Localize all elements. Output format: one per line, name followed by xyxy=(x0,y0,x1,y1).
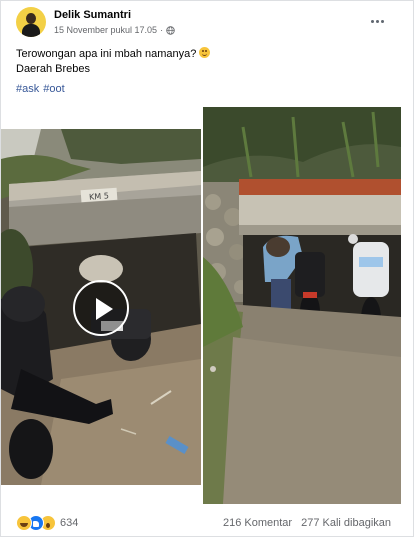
photo-image[interactable] xyxy=(203,107,401,504)
post-footer: 634 216 Komentar 277 Kali dibagikan xyxy=(1,509,414,537)
avatar-body xyxy=(22,24,40,37)
facebook-post: Delik Sumantri 15 November pukul 17.05 ·… xyxy=(0,0,414,537)
comments-count-link[interactable]: 216 Komentar xyxy=(223,517,292,529)
hashtag-ask[interactable]: #ask xyxy=(16,83,39,95)
post-stats: 216 Komentar 277 Kali dibagikan xyxy=(223,517,391,529)
post-meta: 15 November pukul 17.05 · xyxy=(54,25,175,35)
avatar[interactable] xyxy=(16,7,46,37)
shares-count-link[interactable]: 277 Kali dibagikan xyxy=(301,517,391,529)
hashtag-oot[interactable]: #oot xyxy=(43,83,64,95)
bridge-sign: KM 5 xyxy=(89,191,109,201)
reaction-count: 634 xyxy=(60,517,79,529)
caption-text-1: Terowongan apa ini mbah namanya? xyxy=(16,48,197,60)
video-thumbnail[interactable]: KM 5 xyxy=(1,129,201,485)
haha-icon xyxy=(16,515,32,531)
reactions-summary[interactable]: 634 xyxy=(16,515,78,531)
grinning-emoji-icon xyxy=(199,47,211,58)
dot-separator: · xyxy=(160,25,164,35)
post-caption: Terowongan apa ini mbah namanya? Daerah … xyxy=(16,47,211,77)
post-timestamp[interactable]: 15 November pukul 17.05 xyxy=(54,25,157,35)
hashtags: #ask #oot xyxy=(16,83,65,95)
more-options-icon[interactable] xyxy=(369,15,385,27)
post-header: Delik Sumantri 15 November pukul 17.05 · xyxy=(1,1,414,43)
photo-frame-image xyxy=(203,107,401,504)
caption-line-1: Terowongan apa ini mbah namanya? xyxy=(16,47,211,62)
play-icon xyxy=(96,298,113,320)
caption-line-2: Daerah Brebes xyxy=(16,63,90,75)
author-name[interactable]: Delik Sumantri xyxy=(54,9,131,21)
avatar-head xyxy=(26,13,36,24)
play-button[interactable] xyxy=(73,280,129,336)
globe-icon xyxy=(166,25,175,35)
